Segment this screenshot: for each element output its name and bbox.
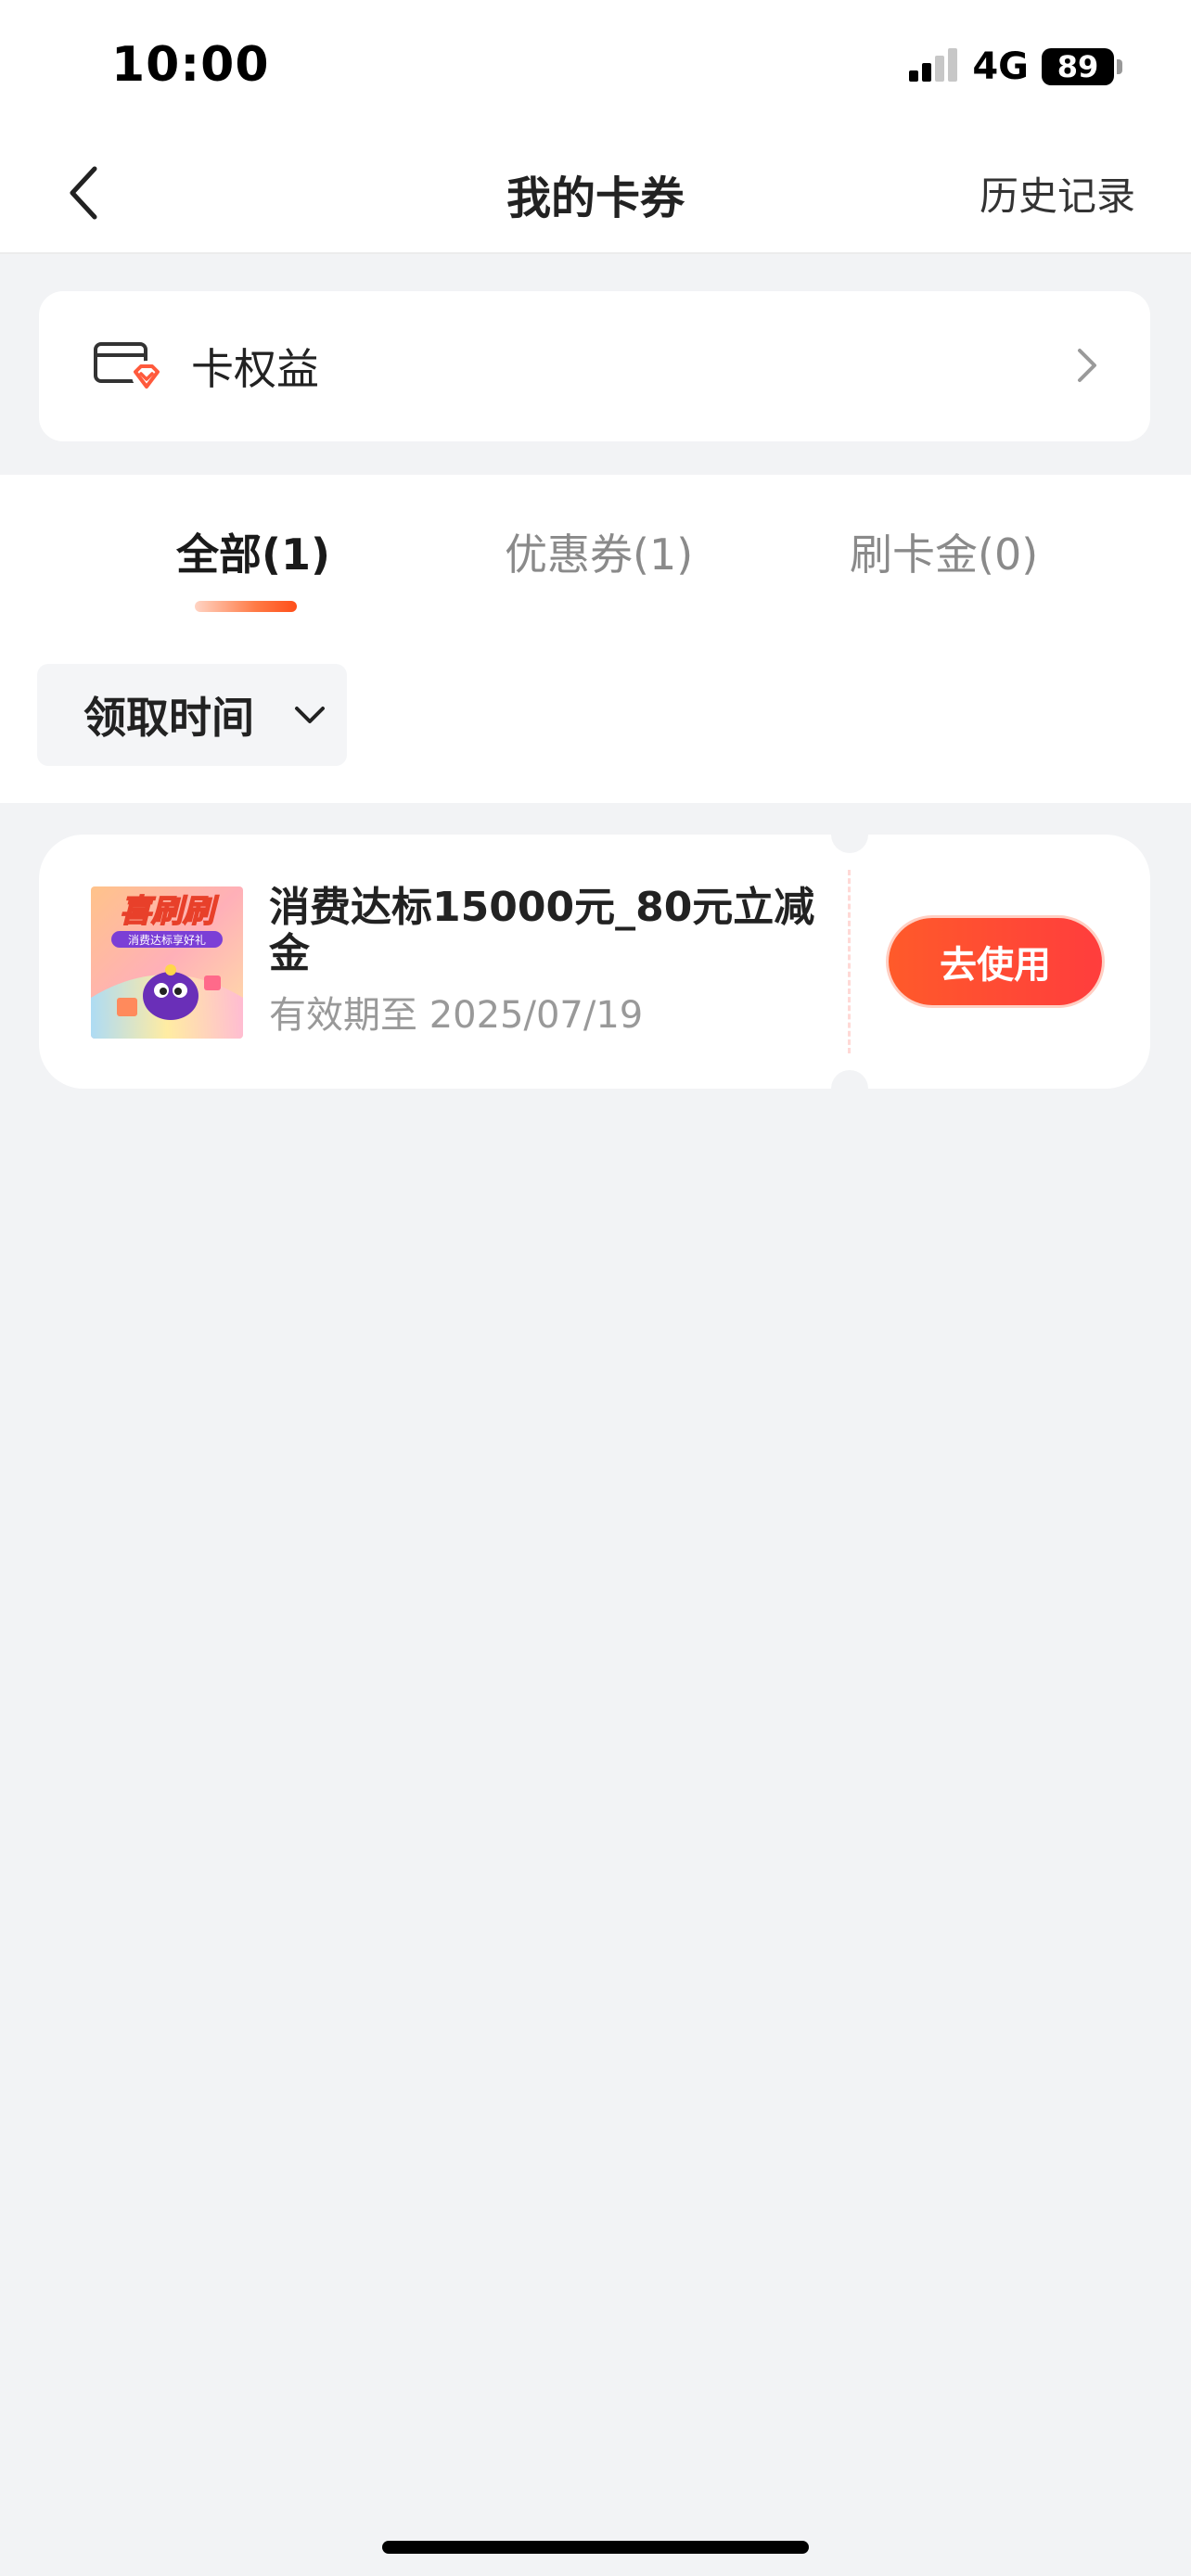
history-link[interactable]: 历史记录: [980, 165, 1135, 222]
tab-all[interactable]: 全部(1): [176, 521, 330, 582]
card-rights-entry[interactable]: 卡权益: [39, 291, 1150, 441]
battery-tip: [1117, 59, 1122, 74]
signal-icon: [909, 48, 958, 82]
active-tab-indicator: [195, 601, 297, 612]
network-label: 4G: [972, 45, 1029, 88]
sort-filter-label: 领取时间: [83, 693, 254, 743]
ticket-notch-top: [831, 816, 868, 853]
status-time: 10:00: [111, 37, 270, 93]
battery-icon: 89: [1042, 48, 1122, 85]
tab-panel: 全部(1) 优惠券(1) 刷卡金(0) 领取时间: [0, 475, 1191, 803]
thumb-title: 喜刷刷: [120, 893, 219, 930]
ticket-divider: [848, 870, 851, 1053]
battery-level: 89: [1042, 48, 1114, 85]
chevron-right-icon: [1078, 349, 1096, 382]
ticket-notch-bottom: [831, 1070, 868, 1107]
card-rights-label: 卡权益: [191, 344, 319, 394]
thumb-subtitle: 消费达标享好礼: [128, 933, 206, 947]
coupon-card[interactable]: 喜刷刷 消费达标享好礼 消费达标15000元_80元立减金 有效期至 2025/…: [39, 816, 1150, 1107]
coupon-title: 消费达标15000元_80元立减金: [269, 884, 815, 977]
sort-filter-button[interactable]: 领取时间: [37, 664, 347, 766]
home-indicator[interactable]: [382, 2541, 809, 2554]
tab-card-cash[interactable]: 刷卡金(0): [850, 521, 1038, 582]
navigation-bar: 我的卡券 历史记录: [0, 134, 1191, 254]
coupon-thumbnail: 喜刷刷 消费达标享好礼: [91, 886, 243, 1039]
use-coupon-button[interactable]: 去使用: [889, 918, 1102, 1005]
card-rights-icon: [94, 342, 161, 390]
coupon-expiry: 有效期至 2025/07/19: [269, 994, 644, 1037]
tab-coupons[interactable]: 优惠券(1): [505, 521, 693, 582]
chevron-down-icon: [295, 707, 325, 723]
status-bar: 10:00 4G 89: [0, 0, 1191, 134]
status-indicators: 4G 89: [907, 45, 1122, 89]
